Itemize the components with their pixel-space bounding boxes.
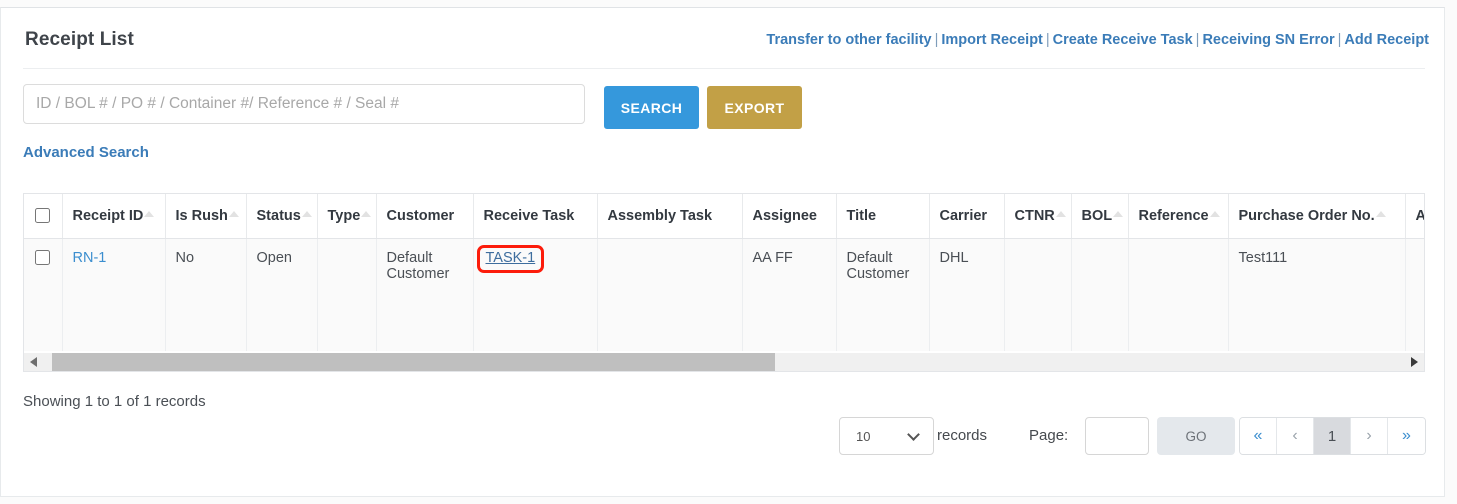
pagination-previous[interactable]: ‹ xyxy=(1277,418,1314,454)
column-header-label: Receipt ID xyxy=(73,208,144,224)
receive-task-link[interactable]: TASK-1 xyxy=(486,250,536,266)
column-header-label: Purchase Order No. xyxy=(1239,208,1375,224)
column-header-title: Title xyxy=(836,194,929,238)
header-link-separator: | xyxy=(932,32,942,48)
sort-indicator-icon xyxy=(1056,211,1066,217)
column-header-assignee: Assignee xyxy=(742,194,836,238)
header-link-5[interactable]: Add Receipt xyxy=(1344,32,1429,48)
sort-indicator-icon xyxy=(302,211,312,217)
header-link-3[interactable]: Create Receive Task xyxy=(1053,32,1193,48)
page-root: Receipt List Transfer to other facility|… xyxy=(0,0,1457,504)
column-header-is_rush[interactable]: Is Rush xyxy=(165,194,246,238)
column-header-label: Status xyxy=(257,208,301,224)
column-header-label: Assignee xyxy=(753,208,817,224)
search-button[interactable]: SEARCH xyxy=(604,86,699,129)
column-header-type[interactable]: Type xyxy=(317,194,376,238)
header-link-separator: | xyxy=(1335,32,1345,48)
sort-indicator-icon xyxy=(229,211,239,217)
column-header-label: Customer xyxy=(387,208,455,224)
receipt-list-portlet: Receipt List Transfer to other facility|… xyxy=(0,7,1445,497)
header-link-2[interactable]: Import Receipt xyxy=(941,32,1043,48)
sort-indicator-icon xyxy=(361,211,371,217)
receipt-table: Receipt ID Is Rush Status Type Customer Recei… xyxy=(24,194,1425,351)
sort-indicator-icon xyxy=(1376,211,1386,217)
cell-clipped xyxy=(1405,238,1425,351)
search-input[interactable] xyxy=(23,84,585,124)
page-label: Page: xyxy=(1029,427,1068,444)
column-header-label: A xyxy=(1416,208,1426,224)
page-number-input[interactable] xyxy=(1085,417,1149,455)
column-header-label: Type xyxy=(328,208,361,224)
records-per-page-select[interactable]: 102550100 xyxy=(839,417,934,455)
header-link-separator: | xyxy=(1043,32,1053,48)
records-label: records xyxy=(937,427,987,444)
column-header-label: BOL xyxy=(1082,208,1113,224)
column-header-carrier: Carrier xyxy=(929,194,1004,238)
cell-bol xyxy=(1071,238,1128,351)
horizontal-scrollbar[interactable] xyxy=(23,353,1425,372)
column-header-clipped: A xyxy=(1405,194,1425,238)
table-header-row: Receipt ID Is Rush Status Type Customer Recei… xyxy=(24,194,1425,238)
sort-indicator-icon xyxy=(1113,211,1123,217)
pagination-list: «‹1›» xyxy=(1239,417,1426,455)
header-action-links: Transfer to other facility|Import Receip… xyxy=(766,32,1429,48)
column-header-label: CTNR xyxy=(1015,208,1055,224)
column-header-label: Reference xyxy=(1139,208,1209,224)
cell-receipt_id: RN-1 xyxy=(62,238,165,351)
column-header-label: Title xyxy=(847,208,877,224)
scroll-right-arrow-icon[interactable] xyxy=(1406,353,1423,371)
scrollbar-thumb[interactable] xyxy=(52,353,775,371)
export-button[interactable]: EXPORT xyxy=(707,86,802,129)
portlet-header: Receipt List Transfer to other facility|… xyxy=(1,8,1444,56)
scroll-left-arrow-icon[interactable] xyxy=(25,353,42,371)
cell-carrier: DHL xyxy=(929,238,1004,351)
column-header-receipt_id[interactable]: Receipt ID xyxy=(62,194,165,238)
column-header-label: Receive Task xyxy=(484,208,575,224)
header-link-4[interactable]: Receiving SN Error xyxy=(1202,32,1334,48)
table-row: RN-1NoOpenDefault CustomerTASK-1AA FFDef… xyxy=(24,238,1425,351)
pagination-page-1[interactable]: 1 xyxy=(1314,418,1351,454)
cell-status: Open xyxy=(246,238,317,351)
page-title: Receipt List xyxy=(25,29,134,51)
header-link-1[interactable]: Transfer to other facility xyxy=(766,32,931,48)
column-header-ctnr[interactable]: CTNR xyxy=(1004,194,1071,238)
header-link-separator: | xyxy=(1193,32,1203,48)
cell-is_rush: No xyxy=(165,238,246,351)
header-divider xyxy=(23,68,1425,69)
receipt-table-container: Receipt ID Is Rush Status Type Customer Recei… xyxy=(23,193,1425,353)
cell-assembly_task xyxy=(597,238,742,351)
cell-checkbox xyxy=(24,238,62,351)
column-header-label: Assembly Task xyxy=(608,208,713,224)
column-header-reference[interactable]: Reference xyxy=(1128,194,1228,238)
column-header-status[interactable]: Status xyxy=(246,194,317,238)
cell-type xyxy=(317,238,376,351)
cell-ctnr xyxy=(1004,238,1071,351)
column-header-purchase_order_no[interactable]: Purchase Order No. xyxy=(1228,194,1405,238)
column-header-assembly_task: Assembly Task xyxy=(597,194,742,238)
pagination-next[interactable]: › xyxy=(1351,418,1388,454)
pagination-last[interactable]: » xyxy=(1388,418,1425,454)
cell-reference xyxy=(1128,238,1228,351)
cell-assignee: AA FF xyxy=(742,238,836,351)
column-header-customer: Customer xyxy=(376,194,473,238)
column-header-checkbox xyxy=(24,194,62,238)
select-all-checkbox[interactable] xyxy=(35,208,50,223)
cell-receive_task: TASK-1 xyxy=(473,238,597,351)
row-select-checkbox[interactable] xyxy=(35,250,50,265)
records-summary: Showing 1 to 1 of 1 records xyxy=(23,393,206,410)
receipt-id-link[interactable]: RN-1 xyxy=(73,250,107,266)
sort-indicator-icon xyxy=(1210,211,1220,217)
go-button[interactable]: GO xyxy=(1157,417,1235,455)
cell-customer: Default Customer xyxy=(376,238,473,351)
sort-indicator-icon xyxy=(144,211,154,217)
column-header-receive_task: Receive Task xyxy=(473,194,597,238)
column-header-label: Carrier xyxy=(940,208,988,224)
column-header-label: Is Rush xyxy=(176,208,228,224)
column-header-bol[interactable]: BOL xyxy=(1071,194,1128,238)
cell-purchase_order_no: Test111 xyxy=(1228,238,1405,351)
cell-title: Default Customer xyxy=(836,238,929,351)
pagination-first[interactable]: « xyxy=(1240,418,1277,454)
highlight-box: TASK-1 xyxy=(480,248,542,270)
advanced-search-link[interactable]: Advanced Search xyxy=(23,144,149,161)
